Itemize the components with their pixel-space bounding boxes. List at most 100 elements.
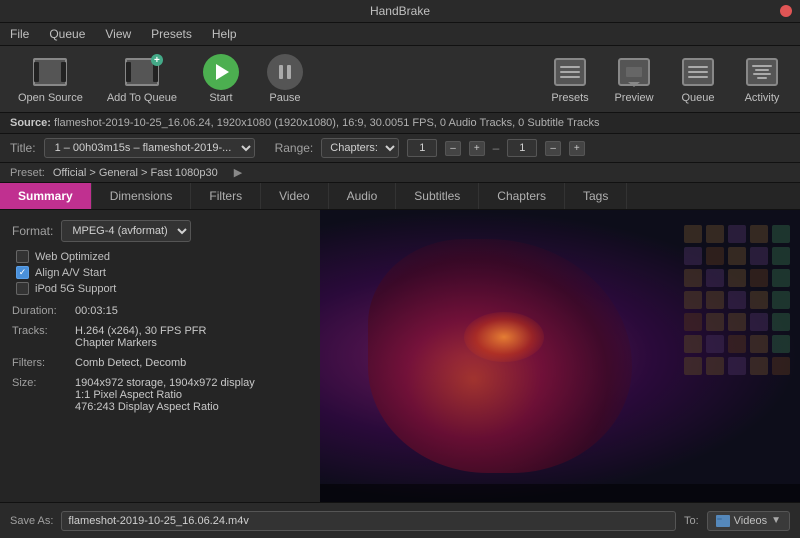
tab-dimensions[interactable]: Dimensions (92, 183, 192, 209)
menu-presets[interactable]: Presets (147, 25, 196, 43)
menu-queue[interactable]: Queue (45, 25, 89, 43)
queue-label: Queue (681, 92, 714, 104)
activity-label: Activity (745, 92, 780, 104)
tab-filters[interactable]: Filters (191, 183, 261, 209)
tracks-value: H.264 (x264), 30 FPS PFR Chapter Markers (75, 325, 206, 349)
source-prefix: Source: (10, 117, 51, 129)
app-title: HandBrake (370, 4, 430, 18)
bottom-bar: Save As: To: Videos ▼ (0, 502, 800, 538)
filters-value: Comb Detect, Decomb (75, 357, 186, 369)
title-select[interactable]: 1 – 00h03m15s – flameshot-2019-... (44, 138, 255, 158)
open-source-button[interactable]: Open Source (8, 50, 93, 108)
desktop-icon (728, 269, 746, 287)
desktop-icon (772, 291, 790, 309)
preview-label: Preview (614, 92, 653, 104)
presets-button[interactable]: Presets (540, 50, 600, 108)
desktop-icon (684, 247, 702, 265)
size-section: Size: 1904x972 storage, 1904x972 display… (12, 377, 308, 413)
source-text: flameshot-2019-10-25_16.06.24, 1920x1080… (54, 117, 599, 129)
start-chapter-input[interactable]: 1 (407, 139, 437, 157)
start-plus-btn[interactable]: + (469, 141, 485, 156)
tracks-label: Tracks: (12, 325, 67, 349)
preview-image (320, 210, 800, 502)
preview-button[interactable]: Preview (604, 50, 664, 108)
destination-label: Videos (734, 515, 767, 527)
tracks-section: Tracks: H.264 (x264), 30 FPS PFR Chapter… (12, 325, 308, 349)
end-plus-btn[interactable]: + (569, 141, 585, 156)
filters-section: Filters: Comb Detect, Decomb (12, 357, 308, 369)
start-button[interactable]: Start (191, 50, 251, 108)
checkbox-web-optimized[interactable]: Web Optimized (16, 250, 308, 263)
activity-button[interactable]: Activity (732, 50, 792, 108)
checkbox-ipod-box[interactable] (16, 282, 29, 295)
range-dash: – (493, 141, 500, 155)
save-as-label: Save As: (10, 515, 53, 527)
destination-button[interactable]: Videos ▼ (707, 511, 790, 531)
preset-label: Preset: (10, 167, 45, 179)
preview-icon (616, 54, 652, 90)
tab-chapters[interactable]: Chapters (479, 183, 565, 209)
tab-video[interactable]: Video (261, 183, 328, 209)
source-bar: Source: flameshot-2019-10-25_16.06.24, 1… (0, 113, 800, 134)
pause-icon (267, 54, 303, 90)
title-label: Title: (10, 141, 36, 155)
tab-audio[interactable]: Audio (329, 183, 397, 209)
queue-button[interactable]: Queue (668, 50, 728, 108)
desktop-icon (750, 291, 768, 309)
menu-file[interactable]: File (6, 25, 33, 43)
checkbox-ipod-label: iPod 5G Support (35, 283, 116, 295)
start-minus-btn[interactable]: – (445, 141, 461, 156)
pause-button[interactable]: Pause (255, 50, 315, 108)
desktop-icon (772, 313, 790, 331)
filters-label: Filters: (12, 357, 67, 369)
open-source-label: Open Source (18, 92, 83, 104)
menu-view[interactable]: View (101, 25, 135, 43)
desktop-icon (772, 269, 790, 287)
range-select[interactable]: Chapters: (321, 138, 399, 158)
desktop-icon (772, 335, 790, 353)
preview-area (320, 210, 800, 502)
start-label: Start (209, 92, 232, 104)
desktop-icon (750, 225, 768, 243)
checkbox-group: Web Optimized Align A/V Start iPod 5G Su… (16, 250, 308, 295)
desktop-icons-grid (684, 225, 790, 375)
preset-value: Official > General > Fast 1080p30 (53, 167, 218, 179)
tab-summary[interactable]: Summary (0, 183, 92, 209)
tab-tags[interactable]: Tags (565, 183, 627, 209)
close-button[interactable] (780, 5, 792, 17)
tracks-row: Tracks: H.264 (x264), 30 FPS PFR Chapter… (12, 325, 308, 349)
checkbox-align-av-box[interactable] (16, 266, 29, 279)
desktop-icon (706, 357, 724, 375)
queue-icon (680, 54, 716, 90)
desktop-icon (750, 335, 768, 353)
format-select[interactable]: MPEG-4 (avformat) (61, 220, 191, 242)
tab-subtitles[interactable]: Subtitles (396, 183, 479, 209)
left-panel: Format: MPEG-4 (avformat) Web Optimized … (0, 210, 320, 502)
open-source-icon (32, 54, 68, 90)
preview-taskbar (320, 484, 800, 502)
desktop-icon (772, 357, 790, 375)
title-bar: HandBrake (0, 0, 800, 23)
filters-row: Filters: Comb Detect, Decomb (12, 357, 308, 369)
folder-icon (716, 515, 730, 527)
to-label: To: (684, 515, 699, 527)
desktop-icon (706, 225, 724, 243)
menu-help[interactable]: Help (208, 25, 241, 43)
checkbox-web-optimized-box[interactable] (16, 250, 29, 263)
add-to-queue-button[interactable]: + Add To Queue (97, 50, 187, 108)
desktop-icon (706, 269, 724, 287)
checkbox-align-av[interactable]: Align A/V Start (16, 266, 308, 279)
desktop-icon (706, 247, 724, 265)
add-queue-icon: + (124, 54, 160, 90)
glow-effect (464, 312, 544, 362)
save-as-input[interactable] (61, 511, 676, 531)
checkbox-ipod[interactable]: iPod 5G Support (16, 282, 308, 295)
presets-label: Presets (551, 92, 588, 104)
end-chapter-input[interactable]: 1 (507, 139, 537, 157)
desktop-icon (706, 335, 724, 353)
duration-value: 00:03:15 (75, 305, 118, 317)
desktop-icon (750, 269, 768, 287)
end-minus-btn[interactable]: – (545, 141, 561, 156)
desktop-icon (772, 225, 790, 243)
pause-label: Pause (269, 92, 300, 104)
